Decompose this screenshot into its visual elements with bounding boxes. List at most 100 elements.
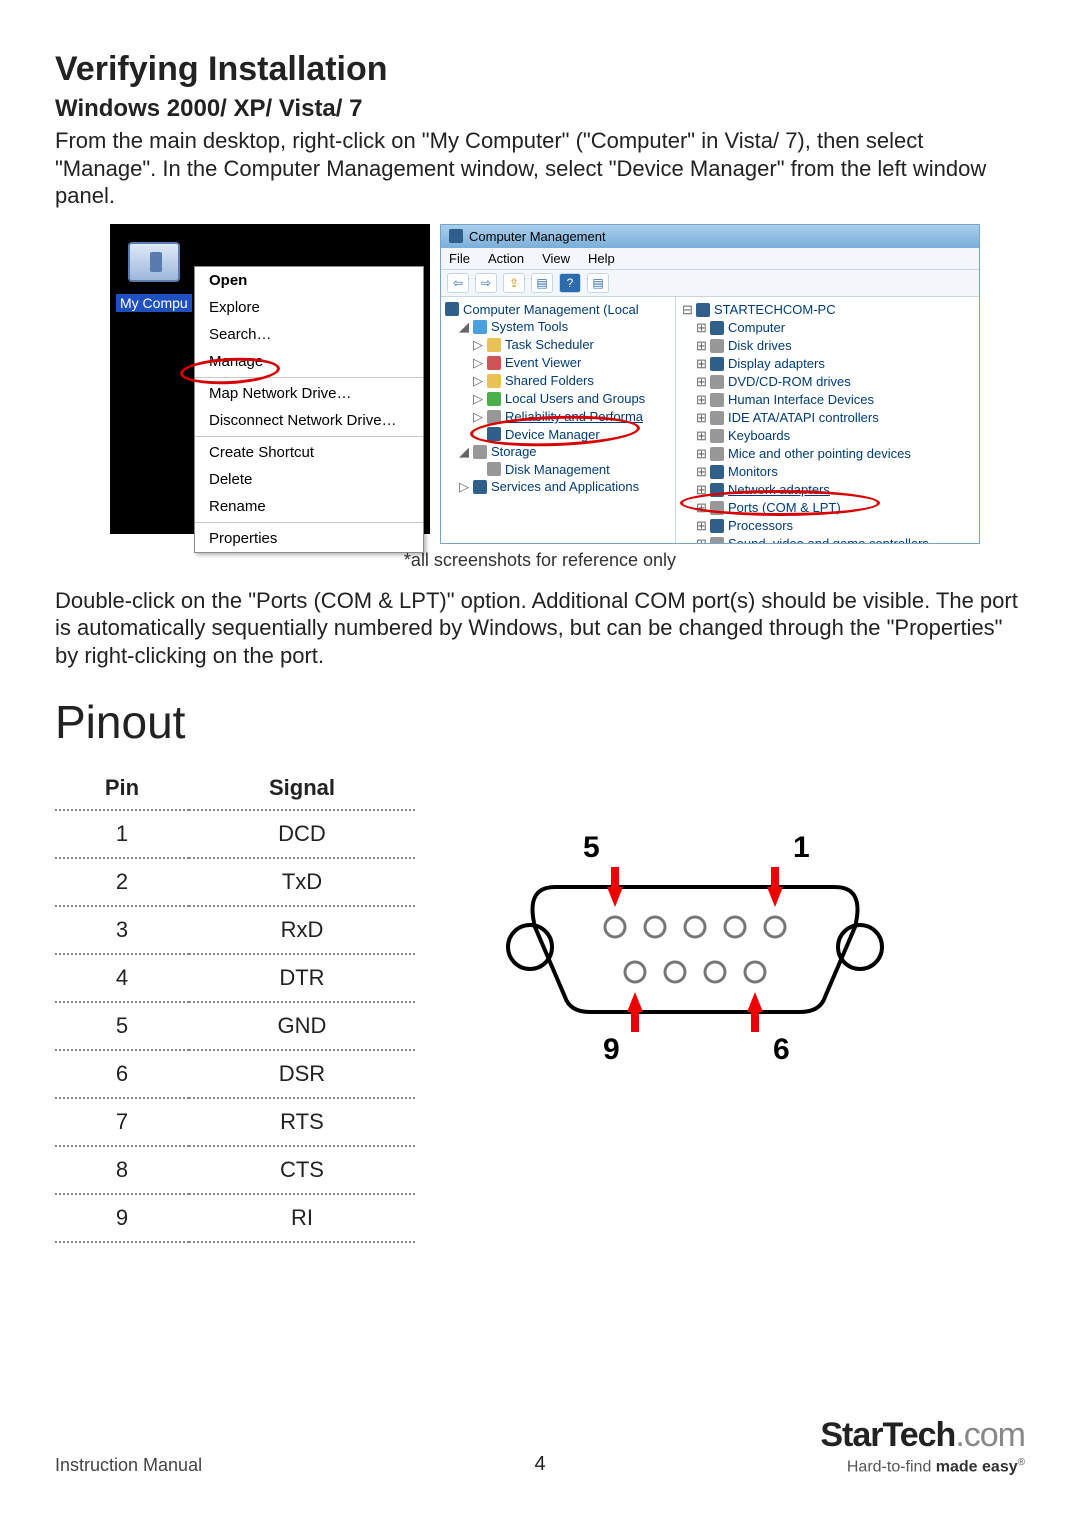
win7-titlebar: Computer Management [441, 225, 979, 248]
sound-icon [710, 537, 724, 543]
network-icon [710, 483, 724, 497]
paragraph-2: Double-click on the "Ports (COM & LPT)" … [55, 587, 1025, 670]
my-computer-icon [128, 242, 180, 282]
table-row: 9RI [55, 1194, 415, 1242]
paragraph-1: From the main desktop, right-click on "M… [55, 127, 1025, 210]
dev-processors[interactable]: ⊞Processors [682, 517, 977, 535]
dev-computer[interactable]: ⊞Computer [682, 319, 977, 337]
tree-local-users[interactable]: ▷Local Users and Groups [445, 390, 673, 408]
xp-menu-search[interactable]: Search… [195, 321, 423, 348]
screenshot-caption: *all screenshots for reference only [55, 550, 1025, 571]
dev-ports[interactable]: ⊞Ports (COM & LPT) [682, 499, 977, 517]
xp-menu-properties[interactable]: Properties [195, 525, 423, 552]
pin-cell: 8 [55, 1146, 189, 1194]
dev-display[interactable]: ⊞Display adapters [682, 355, 977, 373]
xp-menu-manage[interactable]: Manage [195, 348, 423, 375]
db9-label-9: 9 [603, 1033, 620, 1066]
xp-menu-explore[interactable]: Explore [195, 294, 423, 321]
table-row: 2TxD [55, 858, 415, 906]
tree-event-viewer[interactable]: ▷Event Viewer [445, 354, 673, 372]
dev-sound[interactable]: ⊞Sound, video and game controllers [682, 535, 977, 543]
xp-menu-disconnect-drive[interactable]: Disconnect Network Drive… [195, 407, 423, 434]
tree-task-scheduler[interactable]: ▷Task Scheduler [445, 336, 673, 354]
pin-cell: 5 [55, 1002, 189, 1050]
win7-menubar: File Action View Help [441, 248, 979, 270]
screenshot-row: My Compu Open Explore Search… Manage Map… [110, 224, 1025, 544]
xp-context-menu: Open Explore Search… Manage Map Network … [194, 266, 424, 553]
toolbar-help-icon[interactable]: ? [559, 273, 581, 293]
pin-cell: 9 [55, 1194, 189, 1242]
menu-view[interactable]: View [542, 251, 570, 266]
win7-right-tree: ⊟STARTECHCOM-PC ⊞Computer ⊞Disk drives ⊞… [676, 297, 979, 543]
toolbar-back-icon[interactable]: ⇦ [447, 273, 469, 293]
dev-dvd[interactable]: ⊞DVD/CD-ROM drives [682, 373, 977, 391]
hid-icon [710, 393, 724, 407]
signal-cell: CTS [189, 1146, 415, 1194]
screenshot-win7-compmgmt: Computer Management File Action View Hel… [440, 224, 980, 544]
pinout-head-pin: Pin [55, 767, 189, 810]
xp-menu-open[interactable]: Open [195, 267, 423, 294]
dev-disk-drives[interactable]: ⊞Disk drives [682, 337, 977, 355]
signal-cell: DSR [189, 1050, 415, 1098]
signal-cell: DCD [189, 810, 415, 858]
pin-cell: 6 [55, 1050, 189, 1098]
menu-file[interactable]: File [449, 251, 470, 266]
pin-cell: 3 [55, 906, 189, 954]
toolbar-refresh-icon[interactable]: ▤ [587, 273, 609, 293]
folder-icon [487, 374, 501, 388]
dev-hid[interactable]: ⊞Human Interface Devices [682, 391, 977, 409]
db9-label-5: 5 [583, 831, 600, 864]
dev-monitors[interactable]: ⊞Monitors [682, 463, 977, 481]
table-row: 3RxD [55, 906, 415, 954]
event-icon [487, 356, 501, 370]
tree-services-apps[interactable]: ▷Services and Applications [445, 478, 673, 496]
signal-cell: DTR [189, 954, 415, 1002]
tree-storage[interactable]: ◢Storage [445, 443, 673, 461]
tree-root[interactable]: Computer Management (Local [445, 301, 673, 318]
tree-device-manager[interactable]: Device Manager [445, 426, 673, 443]
pin-cell: 1 [55, 810, 189, 858]
signal-cell: TxD [189, 858, 415, 906]
cpu-icon [710, 519, 724, 533]
dev-keyboards[interactable]: ⊞Keyboards [682, 427, 977, 445]
footer-page-number: 4 [534, 1453, 545, 1476]
clock-icon [487, 338, 501, 352]
mouse-icon [710, 447, 724, 461]
xp-menu-rename[interactable]: Rename [195, 493, 423, 520]
xp-menu-delete[interactable]: Delete [195, 466, 423, 493]
tree-system-tools[interactable]: ◢System Tools [445, 318, 673, 336]
pin-cell: 7 [55, 1098, 189, 1146]
pc-icon [696, 303, 710, 317]
startech-logo: StarTech.com Hard-to-find made easy® [820, 1416, 1025, 1476]
services-icon [473, 480, 487, 494]
menu-help[interactable]: Help [588, 251, 615, 266]
tree-reliability-perf[interactable]: ▷Reliability and Performa [445, 408, 673, 426]
menu-action[interactable]: Action [488, 251, 524, 266]
screenshot-xp-context-menu: My Compu Open Explore Search… Manage Map… [110, 224, 430, 534]
signal-cell: RxD [189, 906, 415, 954]
storage-icon [473, 445, 487, 459]
tree-shared-folders[interactable]: ▷Shared Folders [445, 372, 673, 390]
dev-mice[interactable]: ⊞Mice and other pointing devices [682, 445, 977, 463]
compmgmt-title-icon [449, 229, 463, 243]
users-icon [487, 392, 501, 406]
xp-menu-map-drive[interactable]: Map Network Drive… [195, 380, 423, 407]
tree-disk-mgmt[interactable]: Disk Management [445, 461, 673, 478]
table-row: 4DTR [55, 954, 415, 1002]
toolbar-properties-icon[interactable]: ▤ [531, 273, 553, 293]
db9-label-1: 1 [793, 831, 810, 864]
footer-left: Instruction Manual [55, 1455, 202, 1476]
ide-icon [710, 411, 724, 425]
toolbar-forward-icon[interactable]: ⇨ [475, 273, 497, 293]
computer-icon [710, 321, 724, 335]
dev-ide[interactable]: ⊞IDE ATA/ATAPI controllers [682, 409, 977, 427]
dev-pc[interactable]: ⊟STARTECHCOM-PC [682, 301, 977, 319]
pin-cell: 4 [55, 954, 189, 1002]
disk-icon [487, 462, 501, 476]
dev-network[interactable]: ⊞Network adapters [682, 481, 977, 499]
xp-menu-create-shortcut[interactable]: Create Shortcut [195, 439, 423, 466]
table-row: 8CTS [55, 1146, 415, 1194]
section-heading: Verifying Installation [55, 50, 1025, 89]
toolbar-up-icon[interactable]: ⇪ [503, 273, 525, 293]
hdd-icon [710, 339, 724, 353]
